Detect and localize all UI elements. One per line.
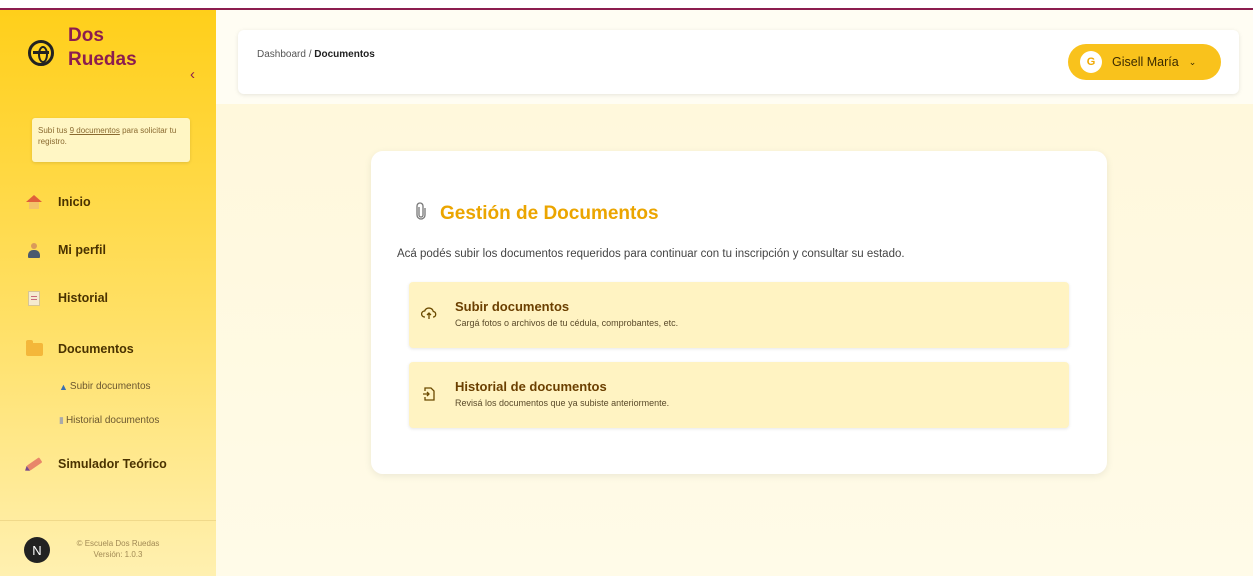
cloud-upload-icon: [421, 306, 437, 322]
footer-text: © Escuela Dos Ruedas Versión: 1.0.3: [58, 538, 178, 560]
sidebar-item-label: Simulador Teórico: [58, 457, 167, 471]
footer-version: Versión: 1.0.3: [93, 550, 143, 559]
page-title: Gestión de Documentos: [440, 202, 659, 224]
option-subtitle: Cargá fotos o archivos de tu cédula, com…: [455, 318, 679, 328]
documents-card: Gestión de Documentos Acá podés subir lo…: [371, 151, 1107, 474]
page-description: Acá podés subir los documentos requerido…: [397, 248, 905, 260]
user-initial: G: [1080, 51, 1102, 73]
sidebar-subitem-historial-documentos[interactable]: ▮ Historial documentos: [59, 415, 159, 426]
notice-prefix: Subí tus: [38, 126, 70, 135]
pencil-icon: [24, 454, 44, 474]
folder-icon: [24, 339, 44, 359]
documents-notice: Subí tus 9 documentos para solicitar tu …: [32, 118, 190, 162]
person-icon: [24, 240, 44, 260]
sidebar-item-historial[interactable]: Historial: [24, 286, 108, 310]
breadcrumb: Dashboard / Documentos: [257, 49, 375, 60]
file-history-icon: [421, 386, 437, 402]
top-header: Dashboard / Documentos G Gisell María ⌄: [238, 30, 1239, 94]
option-subtitle: Revisá los documentos que ya subiste ant…: [455, 398, 670, 408]
avatar[interactable]: N: [24, 537, 50, 563]
sidebar-subitem-label: Historial documentos: [65, 415, 160, 426]
breadcrumb-current: Documentos: [314, 49, 375, 60]
sidebar-item-simulador-teorico[interactable]: Simulador Teórico: [24, 452, 167, 476]
upload-person-icon: ▲: [59, 381, 68, 392]
option-title: Subir documentos: [455, 299, 570, 314]
brand-name: Dos Ruedas: [68, 25, 137, 70]
sidebar-item-mi-perfil[interactable]: Mi perfil: [24, 238, 106, 262]
paperclip-icon: [416, 202, 426, 225]
upload-documents-option[interactable]: Subir documentos Cargá fotos o archivos …: [409, 282, 1069, 348]
document-icon: [24, 288, 44, 308]
brand[interactable]: Dos Ruedas ‹: [22, 24, 202, 84]
sidebar-item-inicio[interactable]: Inicio: [24, 190, 91, 214]
documents-history-option[interactable]: Historial de documentos Revisá los docum…: [409, 362, 1069, 428]
user-name: Gisell María: [1112, 55, 1179, 69]
sidebar-item-label: Mi perfil: [58, 243, 106, 257]
breadcrumb-separator: /: [305, 49, 315, 60]
footer-copyright: © Escuela Dos Ruedas: [76, 539, 160, 548]
user-menu-button[interactable]: G Gisell María ⌄: [1068, 44, 1221, 80]
sidebar-subitem-subir-documentos[interactable]: ▲ Subir documentos: [59, 381, 151, 392]
sidebar-item-label: Documentos: [58, 342, 134, 356]
history-doc-icon: ▮: [59, 415, 64, 425]
collapse-sidebar-icon[interactable]: ‹: [190, 66, 195, 83]
house-icon: [24, 192, 44, 212]
chevron-down-icon: ⌄: [1188, 56, 1197, 67]
notice-documents-link[interactable]: 9 documentos: [70, 126, 120, 135]
breadcrumb-root[interactable]: Dashboard: [257, 49, 306, 60]
wheel-logo-icon: [28, 40, 54, 66]
option-title: Historial de documentos: [455, 379, 607, 394]
sidebar: Dos Ruedas ‹ Subí tus 9 documentos para …: [0, 10, 216, 576]
sidebar-item-label: Inicio: [58, 195, 91, 209]
sidebar-item-label: Historial: [58, 291, 109, 305]
sidebar-subitem-label: Subir documentos: [69, 381, 151, 392]
sidebar-footer: N © Escuela Dos Ruedas Versión: 1.0.3: [0, 520, 216, 576]
card-title-row: Gestión de Documentos: [416, 202, 659, 225]
top-border: [0, 0, 1253, 10]
sidebar-item-documentos[interactable]: Documentos: [24, 337, 134, 361]
